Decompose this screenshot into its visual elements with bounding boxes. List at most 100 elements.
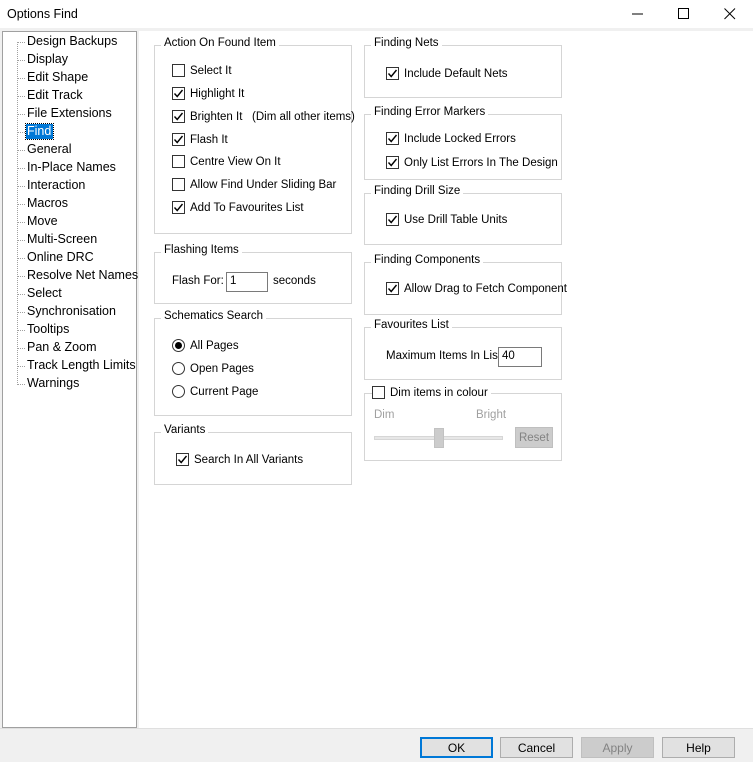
tree-item-edit-track[interactable]: Edit Track [17,87,137,105]
checkbox-label: Use Drill Table Units [404,213,508,226]
seconds-label: seconds [273,275,316,287]
tree-item-label: Macros [27,196,68,210]
group-title: Finding Nets [371,37,442,49]
checkbox-box [372,386,385,399]
checkbox-box [172,178,185,191]
dim-slider-thumb[interactable] [433,428,444,448]
checkbox-label: Add To Favourites List [190,201,304,214]
options-tree[interactable]: Design Backups Display Edit Shape Edit T… [2,31,138,728]
finding-error-markers-group: Finding Error Markers [364,106,562,180]
tree-item-label: Pan & Zoom [27,340,97,354]
include-locked-errors-checkbox[interactable]: Include Locked Errors [386,132,516,145]
tree-item-online-drc[interactable]: Online DRC [17,249,137,267]
tree-item-multi-screen[interactable]: Multi-Screen [17,231,137,249]
help-button[interactable]: Help [662,737,735,758]
tree-item-display[interactable]: Display [17,51,137,69]
dim-label: Dim [374,409,395,421]
checkbox-box [172,110,185,123]
all-pages-radio[interactable]: All Pages [172,339,239,352]
brighten-it-checkbox[interactable]: Brighten It (Dim all other items) [172,110,355,123]
include-default-nets-checkbox[interactable]: Include Default Nets [386,67,508,80]
radio-circle [172,362,185,375]
select-it-checkbox[interactable]: Select It [172,64,232,77]
tree-item-macros[interactable]: Macros [17,195,137,213]
tree-item-edit-shape[interactable]: Edit Shape [17,69,137,87]
add-to-favourites-checkbox[interactable]: Add To Favourites List [172,201,304,214]
tree-item-tooltips[interactable]: Tooltips [17,321,137,339]
minimize-button[interactable] [615,0,661,28]
checkbox-box [172,64,185,77]
checkbox-label: Allow Drag to Fetch Component [404,282,567,295]
checkbox-label: Search In All Variants [194,453,304,466]
checkbox-label: Select It [190,64,232,77]
check-icon [387,215,398,224]
checkbox-box [386,156,399,169]
checkbox-label: Include Locked Errors [404,132,516,145]
maximum-items-input[interactable]: 40 [498,347,542,367]
tree-item-label: Move [27,214,58,228]
tree-item-pan-zoom[interactable]: Pan & Zoom [17,339,137,357]
group-title: Variants [161,424,209,436]
allow-drag-to-fetch-checkbox[interactable]: Allow Drag to Fetch Component [386,282,567,295]
tree-item-general[interactable]: General [17,141,137,159]
tree-item-synchronisation[interactable]: Synchronisation [17,303,137,321]
check-icon [177,455,188,464]
check-icon [173,112,184,121]
tree-item-label: Edit Track [27,88,83,102]
tree-item-warnings[interactable]: Warnings [17,375,137,393]
tree-item-in-place-names[interactable]: In-Place Names [17,159,137,177]
close-icon [724,8,736,20]
tree-item-move[interactable]: Move [17,213,137,231]
check-icon [173,203,184,212]
search-all-variants-checkbox[interactable]: Search In All Variants [176,453,303,466]
window-title: Options Find [7,7,78,21]
bright-label: Bright [476,409,507,421]
checkbox-label: Highlight It [190,87,245,100]
apply-button[interactable]: Apply [581,737,654,758]
checkbox-label: Only List Errors In The Design [404,156,558,169]
tree-item-find[interactable]: Find [17,123,137,141]
tree-item-file-extensions[interactable]: File Extensions [17,105,137,123]
maximize-button[interactable] [661,0,707,28]
reset-button[interactable]: Reset [515,427,553,448]
tree-item-interaction[interactable]: Interaction [17,177,137,195]
cancel-button[interactable]: Cancel [500,737,573,758]
check-icon [173,135,184,144]
tree-item-resolve-net-names[interactable]: Resolve Net Names [17,267,138,285]
open-pages-radio[interactable]: Open Pages [172,362,254,375]
centre-view-checkbox[interactable]: Centre View On It [172,155,281,168]
current-page-radio[interactable]: Current Page [172,385,258,398]
maximize-icon [678,8,689,19]
group-title: Finding Error Markers [371,106,489,118]
checkbox-box [386,282,399,295]
flash-for-input[interactable]: 1 [226,272,268,292]
tree-item-label: In-Place Names [27,160,116,174]
radio-label: Current Page [190,385,259,398]
options-panel: Action On Found Item Select It Highlight… [139,31,753,728]
checkbox-label: Dim items in colour [390,386,488,399]
checkbox-box [172,155,185,168]
checkbox-box [172,201,185,214]
checkbox-label: Allow Find Under Sliding Bar [190,178,337,191]
checkbox-label: Flash It [190,133,228,146]
tree-item-design-backups[interactable]: Design Backups [17,33,137,51]
flash-it-checkbox[interactable]: Flash It [172,133,228,146]
checkbox-box [386,132,399,145]
group-title: Favourites List [371,319,452,331]
allow-find-under-sliding-bar-checkbox[interactable]: Allow Find Under Sliding Bar [172,178,336,191]
tree-item-track-length-limits[interactable]: Track Length Limits [17,357,137,375]
tree-item-label: File Extensions [27,106,112,120]
dim-items-checkbox[interactable]: Dim items in colour [372,386,491,399]
use-drill-table-units-checkbox[interactable]: Use Drill Table Units [386,213,507,226]
group-title: Schematics Search [161,310,267,322]
checkbox-label: Centre View On It [190,155,281,168]
minimize-icon [632,13,643,15]
close-button[interactable] [707,0,753,28]
tree-item-label: Warnings [27,376,80,390]
radio-dot [175,342,182,349]
highlight-it-checkbox[interactable]: Highlight It [172,87,244,100]
only-list-errors-checkbox[interactable]: Only List Errors In The Design [386,156,558,169]
tree-item-select[interactable]: Select [17,285,137,303]
ok-button[interactable]: OK [420,737,493,758]
radio-label: All Pages [190,339,239,352]
